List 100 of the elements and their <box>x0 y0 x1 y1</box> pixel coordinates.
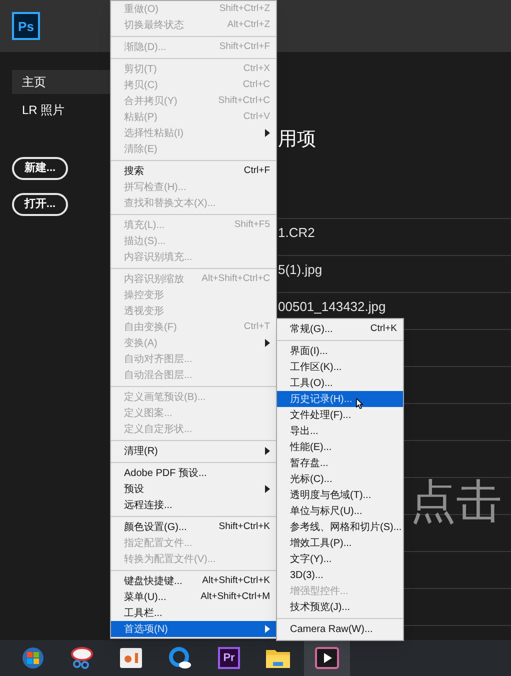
menu-item-label: 定义画笔预设(B)... <box>124 390 206 404</box>
menu-shortcut: Ctrl+K <box>370 322 397 336</box>
menu-shortcut: Shift+Ctrl+C <box>218 94 270 108</box>
menu-item-label: 内容识别填充... <box>124 250 192 264</box>
windows-orb-icon <box>22 647 44 669</box>
menu-shortcut: Shift+F5 <box>234 218 270 232</box>
submenu-arrow-icon <box>265 447 270 455</box>
sidebar-button[interactable]: 新建... <box>12 157 68 180</box>
sidebar-item[interactable]: 主页 <box>12 70 110 94</box>
menu-item-label: 定义自定形状... <box>124 422 192 436</box>
taskbar-app[interactable]: Pr <box>206 640 252 676</box>
menu-item[interactable]: 暂存盘... <box>277 455 403 471</box>
menu-item-label: 重做(O) <box>124 2 158 16</box>
menu-item[interactable]: 透明度与色域(T)... <box>277 487 403 503</box>
menu-item-label: 拷贝(C) <box>124 78 158 92</box>
menu-item[interactable]: 技术预览(J)... <box>277 599 403 615</box>
menu-shortcut: Ctrl+X <box>243 62 270 76</box>
menu-item-label: 转换为配置文件(V)... <box>124 552 216 566</box>
menu-item[interactable]: 清理(R) <box>111 443 276 459</box>
submenu-arrow-icon <box>265 129 270 137</box>
menu-item-label: 自动对齐图层... <box>124 352 192 366</box>
menu-item[interactable]: 键盘快捷键... Alt+Shift+Ctrl+K <box>111 573 276 589</box>
menu-item-label: 渐隐(D)... <box>124 40 166 54</box>
menu-item-label: 内容识别缩放 <box>124 272 184 286</box>
menu-item-label: 远程连接... <box>124 498 172 512</box>
menu-item[interactable]: 文件处理(F)... <box>277 407 403 423</box>
menu-item[interactable]: 颜色设置(G)... Shift+Ctrl+K <box>111 519 276 535</box>
menu-item-label: 选择性粘贴(I) <box>124 126 184 140</box>
menu-item[interactable]: 菜单(U)... Alt+Shift+Ctrl+M <box>111 589 276 605</box>
menu-item[interactable]: 参考线、网格和切片(S)... <box>277 519 403 535</box>
menu-shortcut: Alt+Shift+Ctrl+K <box>202 574 270 588</box>
menu-item-label: 剪切(T) <box>124 62 157 76</box>
sidebar-item[interactable]: LR 照片 <box>12 98 110 122</box>
submenu-arrow-icon <box>265 485 270 493</box>
menu-shortcut: Ctrl+T <box>244 320 270 334</box>
menu-item[interactable]: 工具栏... <box>111 605 276 621</box>
menu-shortcut: Shift+Ctrl+K <box>218 520 270 534</box>
menu-item[interactable]: 光标(C)... <box>277 471 403 487</box>
menu-item-label: 查找和替换文本(X)... <box>124 196 216 210</box>
menu-shortcut: Shift+Ctrl+Z <box>219 2 270 16</box>
menu-item-label: 界面(I)... <box>290 344 328 358</box>
menu-item[interactable]: Adobe PDF 预设... <box>111 465 276 481</box>
menu-item-label: 工作区(K)... <box>290 360 342 374</box>
menu-item[interactable]: 工具(O)... <box>277 375 403 391</box>
menu-item-label: 暂存盘... <box>290 456 328 470</box>
menu-item[interactable]: 首选项(N) <box>111 621 276 637</box>
menu-item[interactable]: Camera Raw(W)... <box>277 621 403 637</box>
menu-item-label: 单位与标尺(U)... <box>290 504 362 518</box>
menu-item[interactable]: 文字(Y)... <box>277 551 403 567</box>
menu-item-label: 预设 <box>124 482 144 496</box>
menu-item[interactable]: 远程连接... <box>111 497 276 513</box>
menu-shortcut: Alt+Shift+Ctrl+M <box>200 590 270 604</box>
menu-item-label: 首选项(N) <box>124 622 168 636</box>
scissors-icon <box>70 647 94 669</box>
sidebar-button[interactable]: 打开... <box>12 193 68 216</box>
recent-file-name[interactable]: 1.CR2 <box>278 225 315 240</box>
menu-item-label: 自由变换(F) <box>124 320 177 334</box>
menu-item[interactable]: 性能(E)... <box>277 439 403 455</box>
menu-item-label: 自动混合图层... <box>124 368 192 382</box>
submenu-arrow-icon <box>265 625 270 633</box>
menu-shortcut: Ctrl+C <box>242 78 270 92</box>
recent-file-name[interactable]: 00501_143432.jpg <box>278 299 386 314</box>
menu-shortcut: Shift+Ctrl+F <box>219 40 270 54</box>
menu-item-label: 透视变形 <box>124 304 164 318</box>
menu-item-label: 颜色设置(G)... <box>124 520 187 534</box>
menu-shortcut: Ctrl+F <box>244 164 270 178</box>
menu-item-label: 合并拷贝(Y) <box>124 94 178 108</box>
menu-item[interactable]: 工作区(K)... <box>277 359 403 375</box>
app-logo: Ps <box>12 12 40 40</box>
menu-item-label: 3D(3)... <box>290 568 324 582</box>
menu-item-label: 填充(L)... <box>124 218 165 232</box>
menu-item-label: Adobe PDF 预设... <box>124 466 207 480</box>
menu-item-label: 清理(R) <box>124 444 158 458</box>
menu-item-label: 参考线、网格和切片(S)... <box>290 520 402 534</box>
menu-item-label: 粘贴(P) <box>124 110 158 124</box>
menu-item-label: 变换(A) <box>124 336 158 350</box>
taskbar-app[interactable] <box>304 640 350 676</box>
recent-file-name[interactable]: 5(1).jpg <box>278 262 322 277</box>
section-heading: 用项 <box>278 128 316 152</box>
menu-item[interactable]: 单位与标尺(U)... <box>277 503 403 519</box>
menu-item-label: 操控变形 <box>124 288 164 302</box>
menu-item-label: 增效工具(P)... <box>290 536 352 550</box>
cloud-icon <box>168 646 192 670</box>
menu-item-label: 定义图案... <box>124 406 172 420</box>
menu-item[interactable]: 3D(3)... <box>277 567 403 583</box>
menu-item[interactable]: 导出... <box>277 423 403 439</box>
menu-item-label: 技术预览(J)... <box>290 600 350 614</box>
menu-item[interactable]: 常规(G)... Ctrl+K <box>277 321 403 337</box>
menu-item[interactable]: 增效工具(P)... <box>277 535 403 551</box>
menu-item-label: 工具栏... <box>124 606 162 620</box>
menu-item[interactable]: 搜索 Ctrl+F <box>111 163 276 179</box>
menu-item-label: 历史记录(H)... <box>290 392 352 406</box>
menu-item[interactable]: 预设 <box>111 481 276 497</box>
menu-item-label: 切换最终状态 <box>124 18 184 32</box>
menu-item-label: 增强型控件... <box>290 584 348 598</box>
menu-item[interactable]: 历史记录(H)... <box>277 391 403 407</box>
menu-shortcut: Alt+Ctrl+Z <box>227 18 270 32</box>
menu-item-label: 清除(E) <box>124 142 158 156</box>
menu-shortcut: Ctrl+V <box>243 110 270 124</box>
menu-item[interactable]: 界面(I)... <box>277 343 403 359</box>
